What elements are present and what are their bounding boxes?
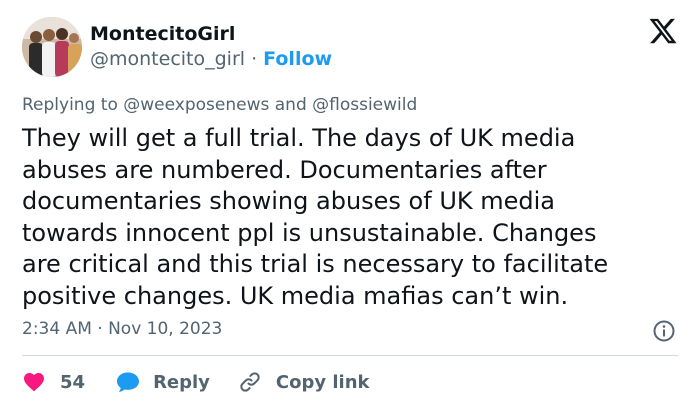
avatar[interactable] [22, 17, 82, 77]
x-logo-icon[interactable] [648, 16, 678, 46]
tweet-header: MontecitoGirl @montecito_girl · Follow [22, 16, 332, 78]
action-bar: 54 Reply Copy link [22, 367, 370, 397]
mention-flossiewild[interactable]: @flossiewild [312, 95, 417, 115]
tweet-card: MontecitoGirl @montecito_girl · Follow R… [0, 0, 700, 410]
reply-bubble-icon [117, 372, 140, 392]
link-icon [240, 372, 260, 392]
replying-to: Replying to @weexposenews and @flossiewi… [22, 93, 417, 117]
follow-button[interactable]: Follow [263, 48, 332, 70]
copy-link-label: Copy link [275, 371, 370, 393]
mention-weexposenews[interactable]: @weexposenews [123, 95, 269, 115]
handle-line: @montecito_girl · Follow [90, 46, 332, 72]
reply-label: Reply [153, 371, 210, 393]
display-name[interactable]: MontecitoGirl [90, 22, 332, 46]
divider [22, 355, 678, 356]
reply-button[interactable]: Reply [115, 370, 210, 394]
tweet-timestamp[interactable]: 2:34 AM · Nov 10, 2023 [22, 317, 222, 341]
handle[interactable]: @montecito_girl [90, 48, 245, 70]
user-info: MontecitoGirl @montecito_girl · Follow [90, 22, 332, 72]
replying-to-conjunction: and [269, 95, 313, 115]
info-icon[interactable] [652, 319, 676, 343]
copy-link-button[interactable]: Copy link [238, 370, 370, 394]
like-count: 54 [60, 371, 86, 393]
replying-to-prefix: Replying to [22, 95, 124, 115]
tweet-text: They will get a full trial. The days of … [22, 124, 609, 310]
like-button[interactable]: 54 [22, 370, 85, 394]
handle-separator: · [245, 48, 264, 70]
heart-icon [24, 373, 44, 392]
avatar-photo [22, 17, 82, 77]
